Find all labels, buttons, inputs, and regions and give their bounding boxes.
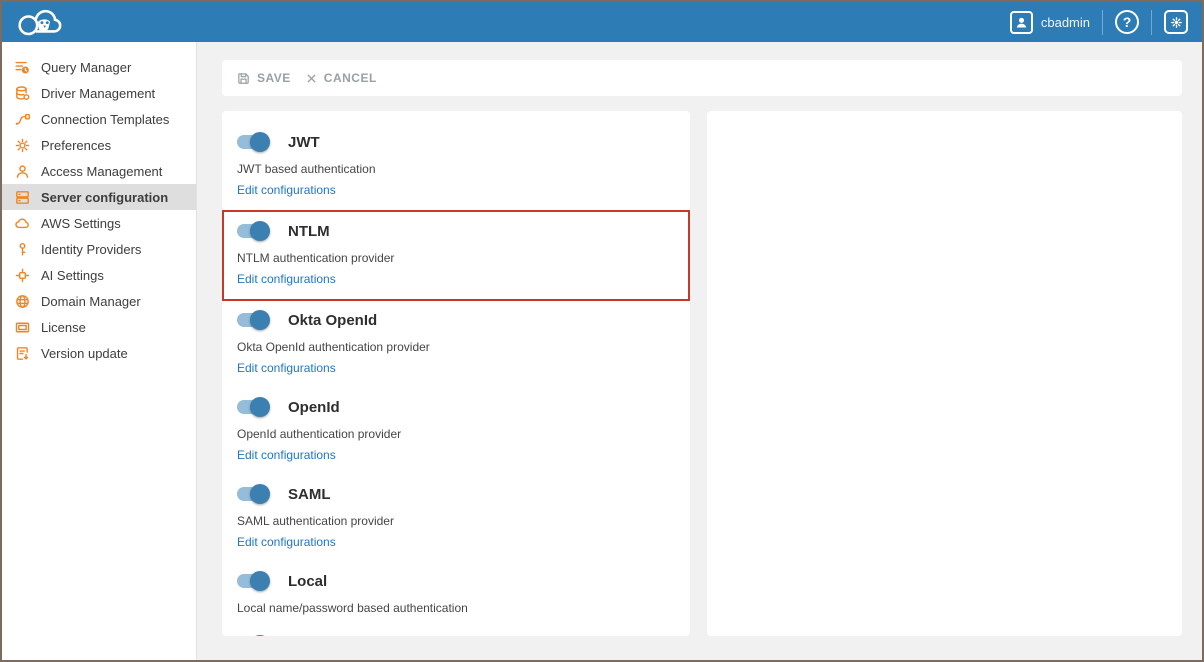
header-divider xyxy=(1102,10,1103,35)
server-configuration-content: JWT JWT based authentication Edit config… xyxy=(222,111,1182,636)
provider-description: Local name/password based authentication xyxy=(237,601,675,615)
database-gear-icon xyxy=(14,85,31,102)
auth-provider-openid: OpenId OpenId authentication provider Ed… xyxy=(222,388,690,475)
sidebar-item-version-update[interactable]: Version update xyxy=(2,340,196,366)
sidebar-item-label: Identity Providers xyxy=(41,242,141,257)
sidebar: Query Manager Driver Management Connecti… xyxy=(2,42,197,660)
auth-provider-reverse-proxy: Reverse proxy Reverse proxy header based… xyxy=(222,626,690,636)
sidebar-item-server-configuration[interactable]: Server configuration xyxy=(2,184,196,210)
auth-provider-jwt: JWT JWT based authentication Edit config… xyxy=(222,123,690,210)
details-panel xyxy=(707,111,1182,636)
sidebar-item-label: Query Manager xyxy=(41,60,131,75)
chip-icon xyxy=(14,267,31,284)
app-window: cbadmin ? Qu xyxy=(0,0,1204,662)
sidebar-item-label: Version update xyxy=(41,346,128,361)
sidebar-item-license[interactable]: License xyxy=(2,314,196,340)
provider-description: OpenId authentication provider xyxy=(237,427,675,441)
user-avatar-icon xyxy=(1010,11,1033,34)
sidebar-item-identity-providers[interactable]: Identity Providers xyxy=(2,236,196,262)
provider-description: JWT based authentication xyxy=(237,162,675,176)
sidebar-item-preferences[interactable]: Preferences xyxy=(2,132,196,158)
edit-configurations-link[interactable]: Edit configurations xyxy=(237,535,336,549)
header-actions: cbadmin ? xyxy=(1010,10,1188,35)
key-icon xyxy=(14,241,31,258)
help-button[interactable]: ? xyxy=(1115,10,1139,34)
username: cbadmin xyxy=(1041,15,1090,30)
auth-provider-saml: SAML SAML authentication provider Edit c… xyxy=(222,475,690,562)
gear-icon xyxy=(14,137,31,154)
provider-title: Local xyxy=(288,573,327,590)
auth-providers-panel: JWT JWT based authentication Edit config… xyxy=(222,111,690,636)
sidebar-item-connection-templates[interactable]: Connection Templates xyxy=(2,106,196,132)
query-list-clock-icon xyxy=(14,59,31,76)
sidebar-item-driver-management[interactable]: Driver Management xyxy=(2,80,196,106)
save-button[interactable]: SAVE xyxy=(236,71,291,86)
sidebar-item-label: Server configuration xyxy=(41,190,168,205)
auth-provider-ntlm: NTLM NTLM authentication provider Edit c… xyxy=(222,210,690,301)
sidebar-item-access-management[interactable]: Access Management xyxy=(2,158,196,184)
document-update-icon xyxy=(14,345,31,362)
sidebar-item-label: Driver Management xyxy=(41,86,155,101)
toolbar: SAVE CANCEL xyxy=(222,60,1182,96)
sidebar-item-label: Domain Manager xyxy=(41,294,141,309)
sidebar-item-label: AI Settings xyxy=(41,268,104,283)
sidebar-item-label: Connection Templates xyxy=(41,112,169,127)
sidebar-item-aws-settings[interactable]: AWS Settings xyxy=(2,210,196,236)
edit-configurations-link[interactable]: Edit configurations xyxy=(237,448,336,462)
connection-flow-icon xyxy=(14,111,31,128)
top-header: cbadmin ? xyxy=(2,2,1202,42)
edit-configurations-link[interactable]: Edit configurations xyxy=(237,361,336,375)
provider-title: NTLM xyxy=(288,223,330,240)
header-divider xyxy=(1151,10,1152,35)
provider-title: SAML xyxy=(288,486,331,503)
openid-toggle[interactable] xyxy=(237,400,269,414)
sidebar-item-label: Preferences xyxy=(41,138,111,153)
jwt-toggle[interactable] xyxy=(237,135,269,149)
globe-icon xyxy=(14,293,31,310)
save-icon xyxy=(236,71,251,86)
auth-provider-okta-openid: Okta OpenId Okta OpenId authentication p… xyxy=(222,301,690,388)
cloudbeaver-logo-icon[interactable] xyxy=(16,5,62,40)
provider-description: Okta OpenId authentication provider xyxy=(237,340,675,354)
okta-openid-toggle[interactable] xyxy=(237,313,269,327)
save-label: SAVE xyxy=(257,71,291,85)
auth-provider-local: Local Local name/password based authenti… xyxy=(222,562,690,626)
sidebar-item-query-manager[interactable]: Query Manager xyxy=(2,54,196,80)
help-icon: ? xyxy=(1123,14,1132,30)
provider-title: JWT xyxy=(288,134,320,151)
sidebar-item-ai-settings[interactable]: AI Settings xyxy=(2,262,196,288)
sidebar-item-label: License xyxy=(41,320,86,335)
sidebar-item-label: Access Management xyxy=(41,164,162,179)
cancel-label: CANCEL xyxy=(324,71,377,85)
user-icon xyxy=(14,163,31,180)
server-stack-icon xyxy=(14,189,31,206)
settings-button[interactable] xyxy=(1164,10,1188,34)
edit-configurations-link[interactable]: Edit configurations xyxy=(237,272,336,286)
provider-title: Okta OpenId xyxy=(288,312,377,329)
sidebar-item-label: AWS Settings xyxy=(41,216,121,231)
user-menu[interactable]: cbadmin xyxy=(1010,11,1090,34)
gear-icon xyxy=(1169,15,1184,30)
edit-configurations-link[interactable]: Edit configurations xyxy=(237,183,336,197)
provider-description: NTLM authentication provider xyxy=(237,251,675,265)
cloud-icon xyxy=(14,215,31,232)
cancel-x-icon xyxy=(305,72,318,85)
cancel-button[interactable]: CANCEL xyxy=(305,71,377,85)
ntlm-toggle[interactable] xyxy=(237,224,269,238)
main-area: SAVE CANCEL JWT JWT based authentication xyxy=(197,42,1202,660)
local-toggle[interactable] xyxy=(237,574,269,588)
sidebar-item-domain-manager[interactable]: Domain Manager xyxy=(2,288,196,314)
saml-toggle[interactable] xyxy=(237,487,269,501)
provider-description: SAML authentication provider xyxy=(237,514,675,528)
license-card-icon xyxy=(14,319,31,336)
provider-title: OpenId xyxy=(288,399,340,416)
